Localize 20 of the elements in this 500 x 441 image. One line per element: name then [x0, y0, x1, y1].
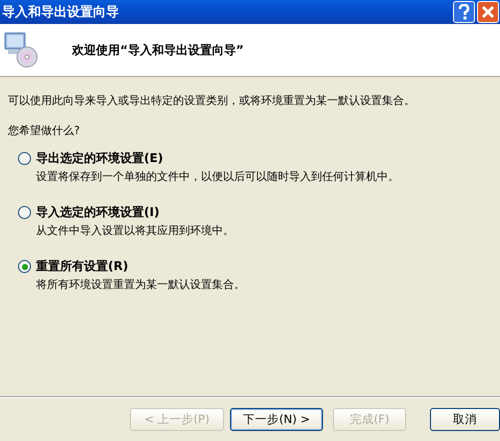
wizard-heading: 欢迎使用“导入和导出设置向导”	[72, 42, 244, 58]
help-button[interactable]	[453, 1, 475, 23]
option-description: 设置将保存到一个单独的文件中，以便以后可以随时导入到任何计算机中。	[36, 169, 400, 184]
window-title: 导入和导出设置向导	[2, 4, 119, 21]
wizard-button[interactable]: 取消	[430, 408, 500, 430]
option-label[interactable]: 导入选定的环境设置(I)	[36, 204, 160, 221]
description-text: 可以使用此向导来导入或导出特定的设置类别，或将环境重置为某一默认设置集合。	[8, 93, 416, 108]
question-text: 您希望做什么?	[8, 123, 81, 138]
help-icon	[457, 4, 471, 20]
radio-button[interactable]	[18, 206, 31, 219]
option-label[interactable]: 导出选定的环境设置(E)	[36, 150, 164, 167]
radio-button[interactable]	[18, 260, 31, 273]
close-icon	[481, 5, 495, 19]
option-label[interactable]: 重置所有设置(R)	[36, 258, 128, 275]
option-description: 将所有环境设置重置为某一默认设置集合。	[36, 277, 246, 292]
wizard-button[interactable]: 下一步(N) >	[230, 408, 324, 430]
radio-button[interactable]	[18, 152, 31, 165]
computer-disc-icon	[4, 32, 40, 68]
option-description: 从文件中导入设置以将其应用到环境中。	[36, 223, 235, 238]
close-button[interactable]	[477, 1, 499, 23]
